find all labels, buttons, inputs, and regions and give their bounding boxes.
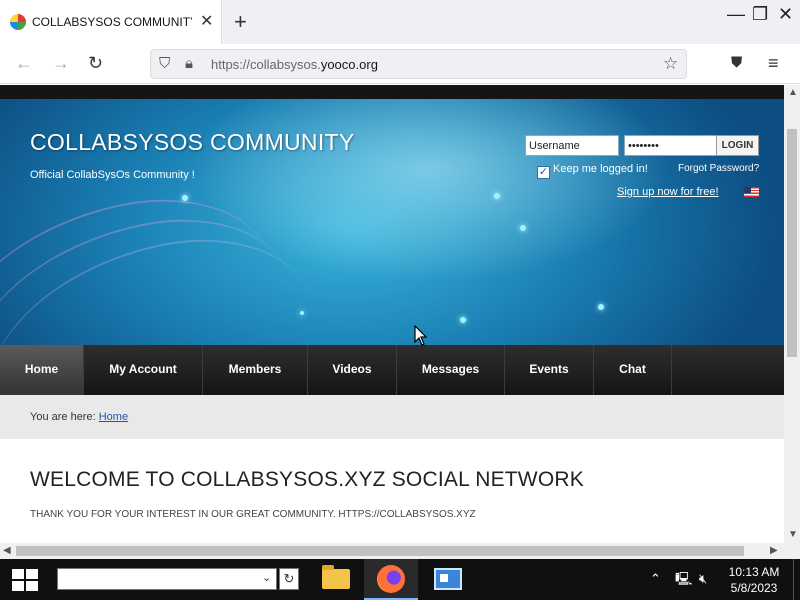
menu-item-my-account[interactable]: My Account — [84, 345, 203, 395]
shield-icon[interactable]: ⛉ — [159, 55, 170, 73]
site-subtitle: Official CollabSysOs Community ! — [30, 169, 195, 181]
welcome-heading: WELCOME TO COLLABSYSOS.XYZ SOCIAL NETWOR… — [30, 468, 584, 491]
menu-item-home[interactable]: Home — [0, 345, 84, 395]
forward-arrow-icon[interactable]: → — [52, 53, 70, 73]
login-button[interactable]: LOGIN — [716, 135, 759, 156]
site-header: COLLABSYSOS COMMUNITY Official CollabSys… — [0, 99, 784, 345]
tray-chevron-up-icon[interactable]: ⌃ — [650, 571, 661, 587]
folder-icon — [322, 565, 350, 589]
new-tab-button[interactable]: + — [234, 10, 247, 34]
horizontal-scrollbar[interactable]: ◀ ▶ — [0, 543, 800, 559]
firefox-button[interactable] — [364, 559, 418, 600]
menu-item-videos[interactable]: Videos — [308, 345, 397, 395]
welcome-text: THANK YOU FOR YOUR INTEREST IN OUR GREAT… — [30, 509, 476, 520]
scroll-left-arrow-icon[interactable]: ◀ — [3, 545, 11, 557]
minimize-button[interactable]: — — [727, 4, 745, 24]
show-desktop-divider[interactable] — [793, 559, 794, 600]
sparkle-dot — [520, 225, 526, 231]
close-window-button[interactable]: ✕ — [778, 4, 793, 24]
breadcrumb: You are here: Home — [30, 411, 128, 423]
back-arrow-icon[interactable]: ← — [15, 53, 33, 73]
browser-tab[interactable]: COLLABSYSOS COMMUNITY - ✕ — [0, 0, 222, 44]
clock-date: 5/8/2023 — [730, 581, 778, 595]
network-icon[interactable]: 🖳︎ — [675, 571, 692, 587]
bookmark-star-icon[interactable]: ☆ — [663, 55, 678, 73]
url-text[interactable]: https://collabsysos.yooco.org — [211, 57, 378, 72]
keep-logged-in[interactable]: ✓ Keep me logged in! — [537, 163, 648, 179]
sparkle-dot — [598, 304, 604, 310]
windows-start-icon[interactable] — [12, 569, 40, 591]
menu-item-events[interactable]: Events — [505, 345, 594, 395]
sparkle-dot — [460, 317, 466, 323]
url-bar[interactable]: ⛉ 🔒︎ https://collabsysos.yooco.org ☆ — [150, 49, 687, 79]
taskbar-refresh-icon[interactable]: ↻ — [279, 568, 299, 590]
scroll-up-arrow-icon[interactable]: ▲ — [788, 87, 798, 99]
tab-title: COLLABSYSOS COMMUNITY - — [32, 15, 192, 29]
taskbar-search-input[interactable]: ⌄ — [57, 568, 277, 590]
forgot-password-link[interactable]: Forgot Password? — [678, 163, 759, 174]
sparkle-dot — [494, 193, 500, 199]
horizontal-scroll-thumb[interactable] — [16, 546, 744, 556]
password-input[interactable] — [624, 135, 718, 156]
page-top-strip — [0, 85, 784, 99]
pocket-icon[interactable]: ⛊ — [731, 53, 742, 73]
main-menu: Home My Account Members Videos Messages … — [0, 345, 784, 395]
firefox-icon — [377, 565, 405, 593]
page-viewport: COLLABSYSOS COMMUNITY Official CollabSys… — [0, 85, 784, 543]
volume-muted-icon[interactable]: 🔇︎ — [699, 571, 707, 587]
browser-tab-bar: COLLABSYSOS COMMUNITY - ✕ + — ❐ ✕ — [0, 0, 800, 44]
browser-nav-bar: ← → ↻ ⛉ 🔒︎ https://collabsysos.yooco.org… — [0, 44, 800, 84]
breadcrumb-home-link[interactable]: Home — [99, 411, 128, 423]
us-flag-icon[interactable] — [744, 187, 759, 197]
signup-link[interactable]: Sign up now for free! — [617, 186, 719, 198]
keep-logged-in-checkbox[interactable]: ✓ — [537, 166, 550, 179]
taskbar-clock[interactable]: 10:13 AM 5/8/2023 — [722, 564, 786, 596]
tab-close-icon[interactable]: ✕ — [200, 12, 213, 32]
scroll-right-arrow-icon[interactable]: ▶ — [770, 545, 778, 557]
menu-item-messages[interactable]: Messages — [397, 345, 505, 395]
menu-item-members[interactable]: Members — [203, 345, 308, 395]
lock-icon[interactable]: 🔒︎ — [185, 55, 193, 73]
main-content: WELCOME TO COLLABSYSOS.XYZ SOCIAL NETWOR… — [0, 439, 784, 543]
vertical-scrollbar[interactable]: ▲ ▼ — [784, 85, 800, 543]
menu-hamburger-icon[interactable]: ≡ — [768, 53, 779, 73]
breadcrumb-prefix: You are here: — [30, 411, 96, 423]
file-explorer-button[interactable] — [308, 559, 362, 600]
restore-button[interactable]: ❐ — [752, 4, 768, 24]
site-favicon-icon — [10, 14, 26, 30]
server-manager-button[interactable] — [420, 559, 474, 600]
breadcrumb-bar: You are here: Home — [0, 395, 784, 439]
vertical-scroll-thumb[interactable] — [787, 129, 797, 357]
reload-icon[interactable]: ↻ — [88, 53, 103, 73]
chevron-down-icon[interactable]: ⌄ — [262, 571, 271, 584]
clock-time: 10:13 AM — [728, 565, 780, 579]
sparkle-dot — [300, 311, 304, 315]
keep-logged-in-label: Keep me logged in! — [553, 163, 648, 175]
menu-item-chat[interactable]: Chat — [594, 345, 672, 395]
username-input[interactable] — [525, 135, 619, 156]
site-title[interactable]: COLLABSYSOS COMMUNITY — [30, 129, 355, 156]
scroll-down-arrow-icon[interactable]: ▼ — [788, 529, 798, 541]
server-manager-icon — [434, 568, 462, 590]
sparkle-dot — [182, 195, 188, 201]
taskbar: ⌄ ↻ ⌃ 🖳︎ 🔇︎ 10:13 AM 5/8/2023 — [0, 559, 800, 600]
